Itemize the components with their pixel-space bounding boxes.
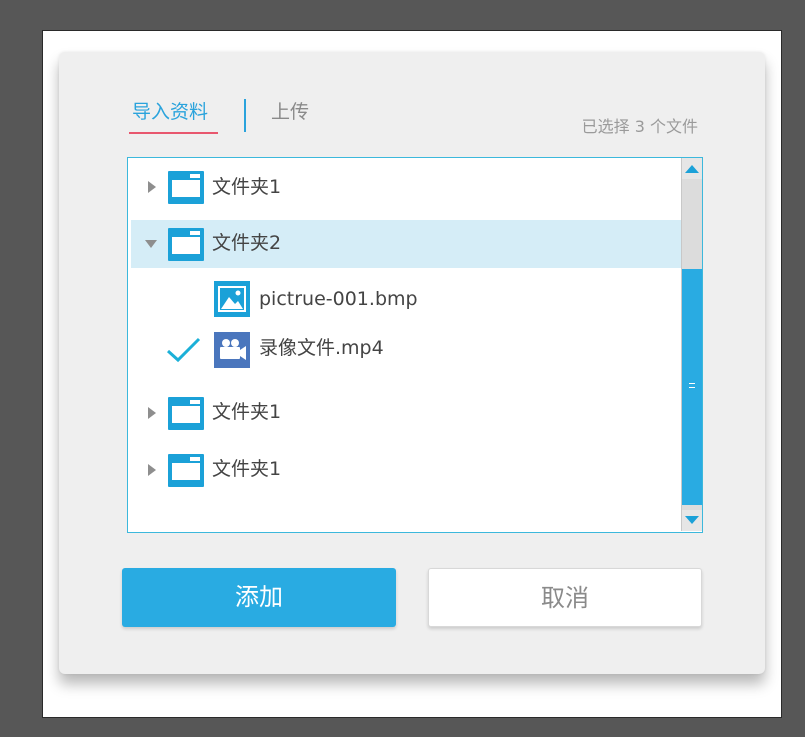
tree-item-label: 文件夹1 <box>212 401 282 423</box>
tab-divider <box>244 99 246 132</box>
folder-icon <box>168 454 204 487</box>
tree-row-folder[interactable]: 文件夹1 <box>128 446 678 494</box>
add-button[interactable]: 添加 <box>122 568 396 627</box>
scroll-down-arrow-icon[interactable] <box>682 510 702 531</box>
tab-import[interactable]: 导入资料 <box>132 100 208 124</box>
checkmark-icon[interactable] <box>166 336 202 368</box>
selected-count-label: 已选择 3 个文件 <box>581 117 698 136</box>
tree-row-file-checked[interactable]: 录像文件.mp4 <box>128 326 678 374</box>
tree-item-label: pictrue-001.bmp <box>259 288 418 310</box>
folder-icon <box>168 228 204 261</box>
cancel-button[interactable]: 取消 <box>428 568 702 627</box>
image-file-icon <box>214 281 250 317</box>
tab-upload[interactable]: 上传 <box>271 100 309 124</box>
tree-item-label: 录像文件.mp4 <box>259 337 384 359</box>
tree-item-label: 文件夹1 <box>212 458 282 480</box>
file-tree[interactable]: 文件夹1 文件夹2 pictrue-001.bmp 录像文件.mp4 文件夹1 … <box>127 157 703 533</box>
tree-row-folder[interactable]: 文件夹1 <box>128 389 678 437</box>
scroll-thumb[interactable] <box>682 269 702 505</box>
expand-arrow-icon[interactable] <box>148 181 156 193</box>
tree-row-folder[interactable]: 文件夹1 <box>128 163 678 211</box>
folder-icon <box>168 171 204 204</box>
video-file-icon <box>214 332 250 368</box>
tree-row-file[interactable]: pictrue-001.bmp <box>128 276 678 324</box>
tree-item-label: 文件夹2 <box>212 232 282 254</box>
folder-icon <box>168 397 204 430</box>
scroll-up-arrow-icon[interactable] <box>682 158 702 179</box>
active-tab-underline <box>129 132 218 134</box>
tree-row-folder-selected[interactable]: 文件夹2 <box>131 220 681 268</box>
expand-arrow-icon[interactable] <box>148 407 156 419</box>
grip-icon <box>689 383 695 388</box>
tree-item-label: 文件夹1 <box>212 176 282 198</box>
vertical-scrollbar[interactable] <box>681 158 702 531</box>
collapse-arrow-icon[interactable] <box>145 240 157 248</box>
expand-arrow-icon[interactable] <box>148 464 156 476</box>
